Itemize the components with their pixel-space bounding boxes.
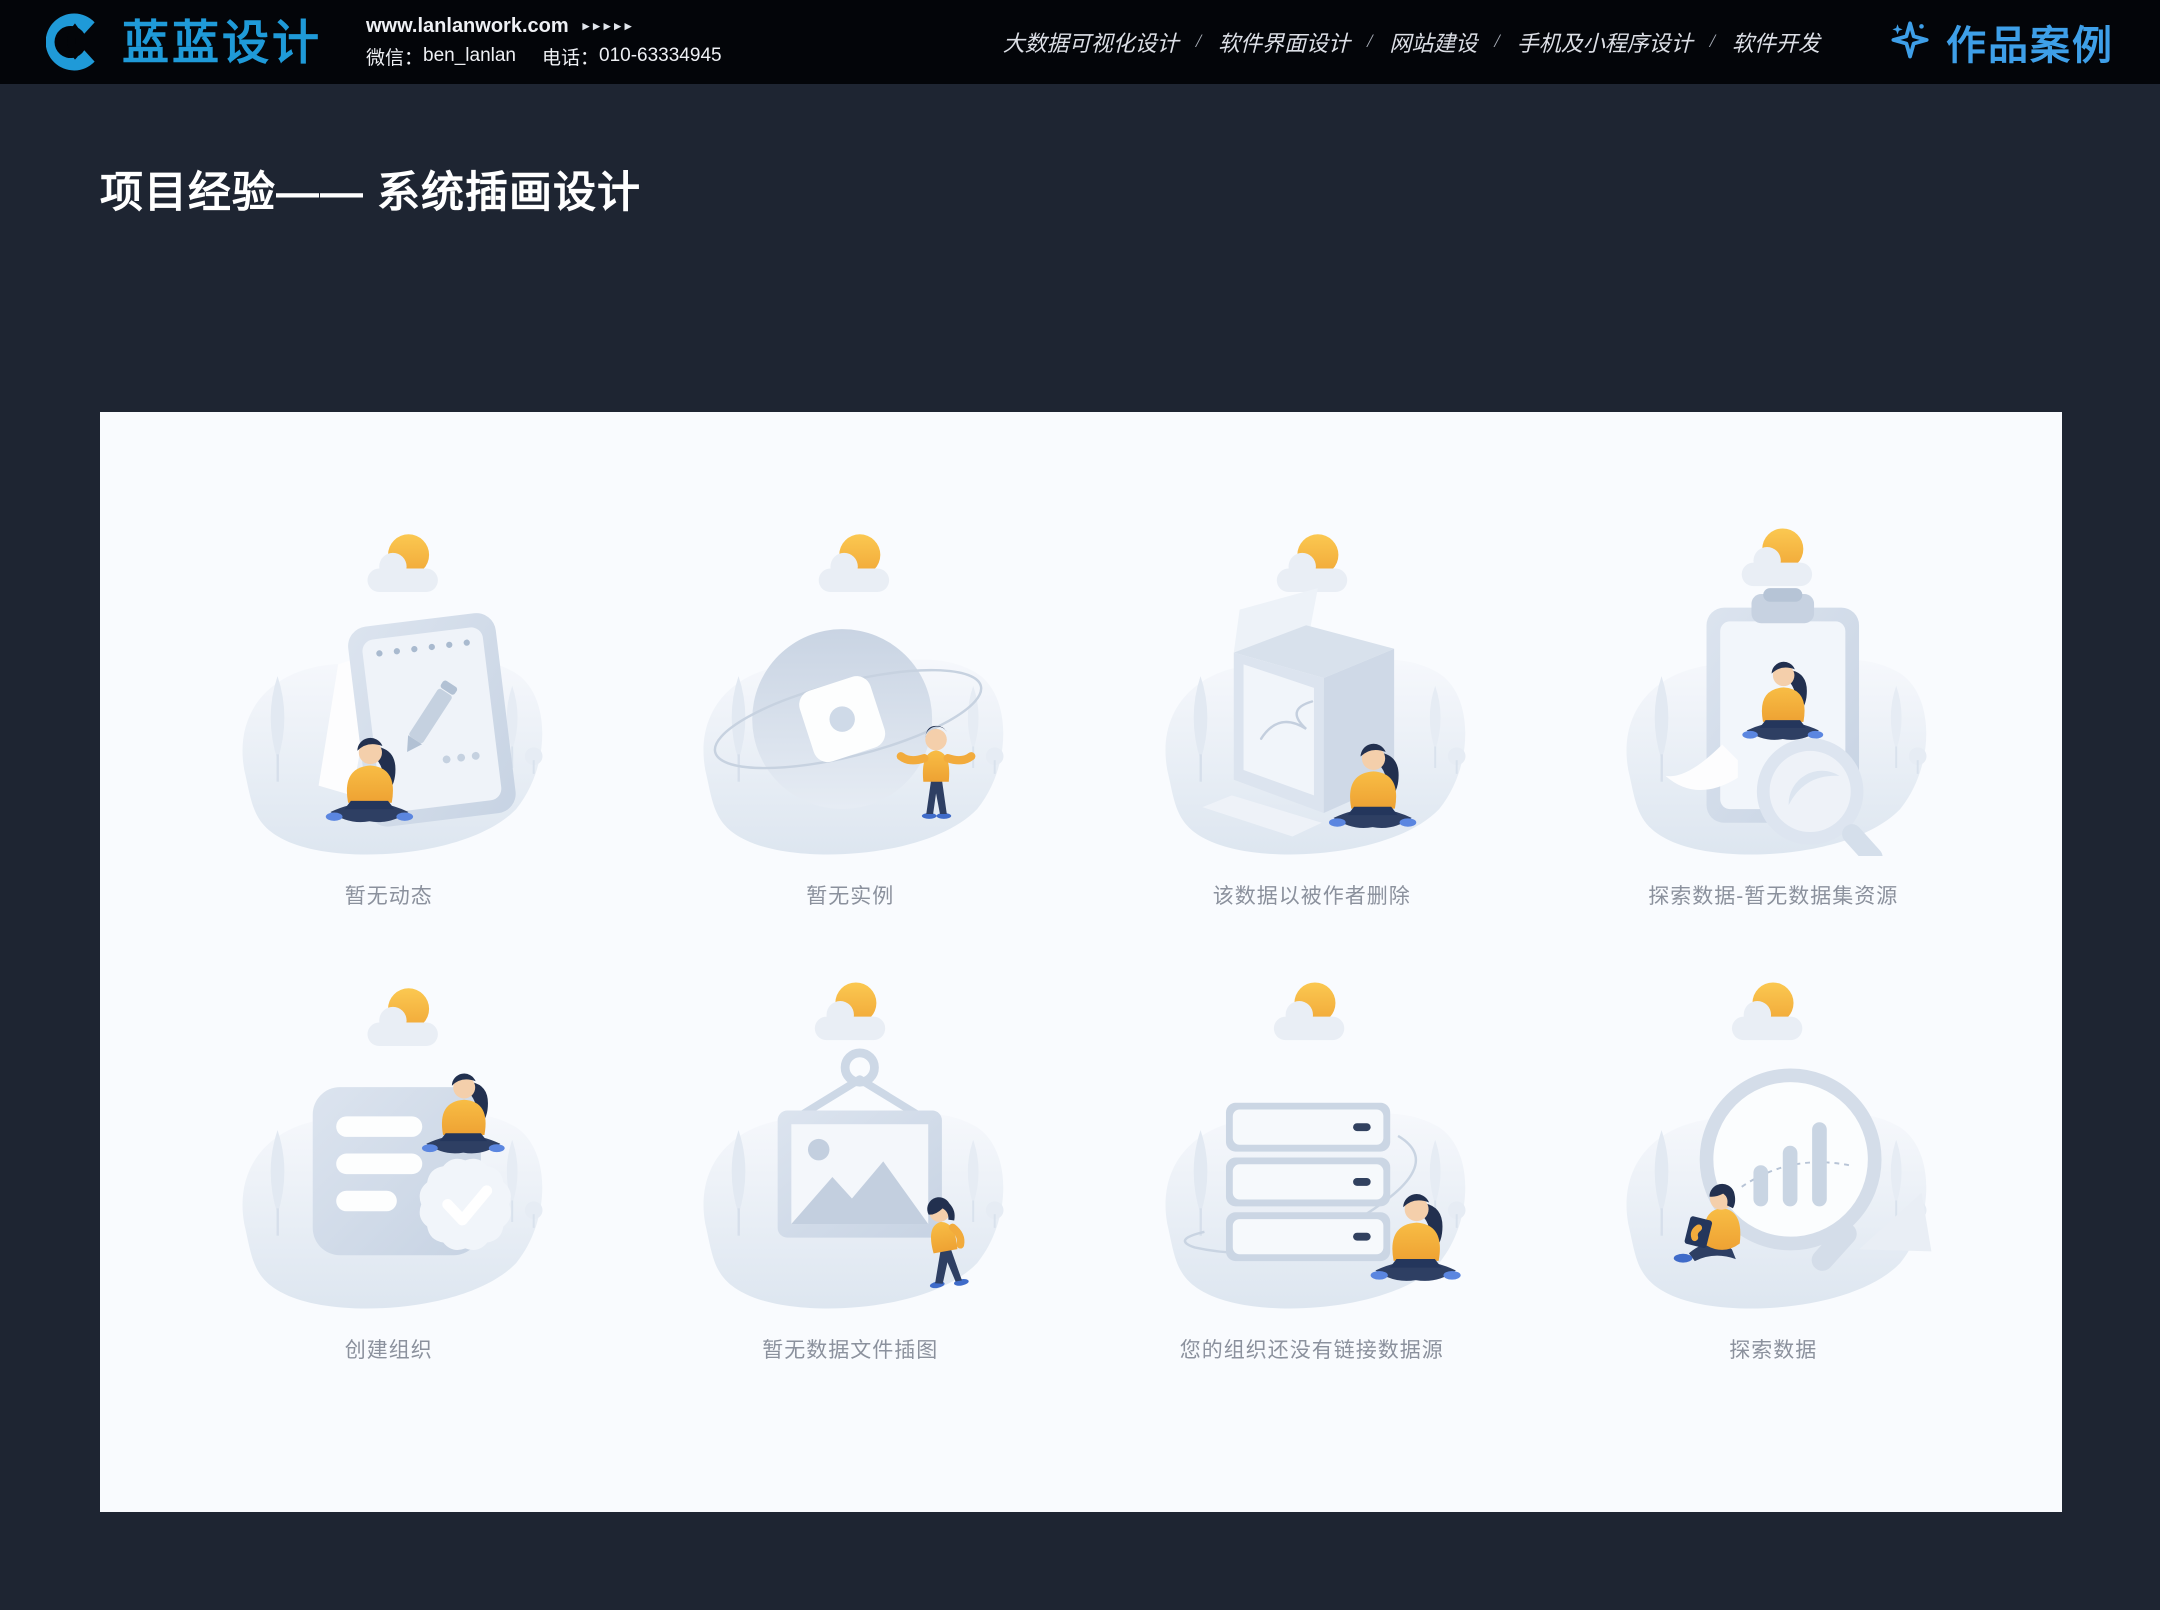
wechat-label: 微信： (366, 43, 423, 70)
sparkle-star-icon (1884, 17, 1934, 67)
illustration-caption: 该数据以被作者删除 (1213, 880, 1411, 910)
clipboard-magnifier-illustration (1603, 504, 1943, 856)
portfolio-link[interactable]: 作品案例 (1884, 13, 2114, 71)
illustration-caption: 您的组织还没有链接数据源 (1180, 1334, 1444, 1364)
gallery-grid: 暂无动态 暂无实例 该数据以被作者删除 (100, 412, 2062, 1364)
portfolio-label: 作品案例 (1946, 13, 2114, 71)
website-link[interactable]: www.lanlanwork.com (366, 15, 569, 38)
arrows-decoration: ▸▸▸▸▸ (583, 18, 636, 34)
picture-frame-illustration (680, 958, 1020, 1310)
nav-item-4[interactable]: 手机及小程序设计 (1517, 26, 1693, 58)
nav-separator: / (1196, 31, 1201, 53)
nav-item-1[interactable]: 大数据可视化设计 (1003, 26, 1179, 58)
illustration-caption: 探索数据 (1729, 1334, 1817, 1364)
page-title: 项目经验—— 系统插画设计 (100, 158, 641, 220)
illustration-cell-magnifier-chart: 探索数据 (1543, 958, 2005, 1364)
lanlan-logo-icon (46, 12, 106, 72)
brand[interactable]: 蓝蓝设计 (46, 12, 322, 72)
compass-disc-illustration (680, 504, 1020, 856)
server-stack-illustration (1142, 958, 1482, 1310)
phone-value: 010-63334945 (599, 45, 722, 67)
illustration-cell-checklist-badge: 创建组织 (158, 958, 620, 1364)
nav-separator: / (1367, 31, 1372, 53)
illustration-cell-picture-frame: 暂无数据文件插图 (620, 958, 1082, 1364)
illustration-caption: 暂无实例 (806, 880, 894, 910)
illustration-cell-clipboard-magnifier: 探索数据-暂无数据集资源 (1543, 504, 2005, 910)
illustration-cell-server-stack: 您的组织还没有链接数据源 (1081, 958, 1543, 1364)
illustration-cell-compass-disc: 暂无实例 (620, 504, 1082, 910)
magnifier-chart-illustration (1603, 958, 1943, 1310)
phone-label: 电话： (542, 43, 599, 70)
notepad-pencil-illustration (219, 504, 559, 856)
illustration-cell-notepad-pencil: 暂无动态 (158, 504, 620, 910)
nav-separator: / (1710, 31, 1715, 53)
wechat-value: ben_lanlan (423, 45, 516, 67)
checklist-badge-illustration (219, 958, 559, 1310)
nav-item-3[interactable]: 网站建设 (1389, 26, 1477, 58)
nav-separator: / (1494, 31, 1499, 53)
site-header: 蓝蓝设计 www.lanlanwork.com ▸▸▸▸▸ 微信： ben_la… (0, 0, 2160, 84)
illustration-cell-empty-open-box: 该数据以被作者删除 (1081, 504, 1543, 910)
nav-item-5[interactable]: 软件开发 (1732, 26, 1820, 58)
illustration-caption: 探索数据-暂无数据集资源 (1648, 880, 1898, 910)
illustration-caption: 暂无数据文件插图 (762, 1334, 938, 1364)
illustration-caption: 创建组织 (345, 1334, 433, 1364)
nav-item-2[interactable]: 软件界面设计 (1218, 26, 1350, 58)
illustration-card-panel: 暂无动态 暂无实例 该数据以被作者删除 (100, 412, 2062, 1512)
illustration-caption: 暂无动态 (345, 880, 433, 910)
contact-block: www.lanlanwork.com ▸▸▸▸▸ 微信： ben_lanlan … (366, 15, 722, 70)
main-nav: 大数据可视化设计 / 软件界面设计 / 网站建设 / 手机及小程序设计 / 软件开发 (1003, 26, 1820, 58)
brand-name: 蓝蓝设计 (122, 19, 322, 66)
empty-open-box-illustration (1142, 504, 1482, 856)
